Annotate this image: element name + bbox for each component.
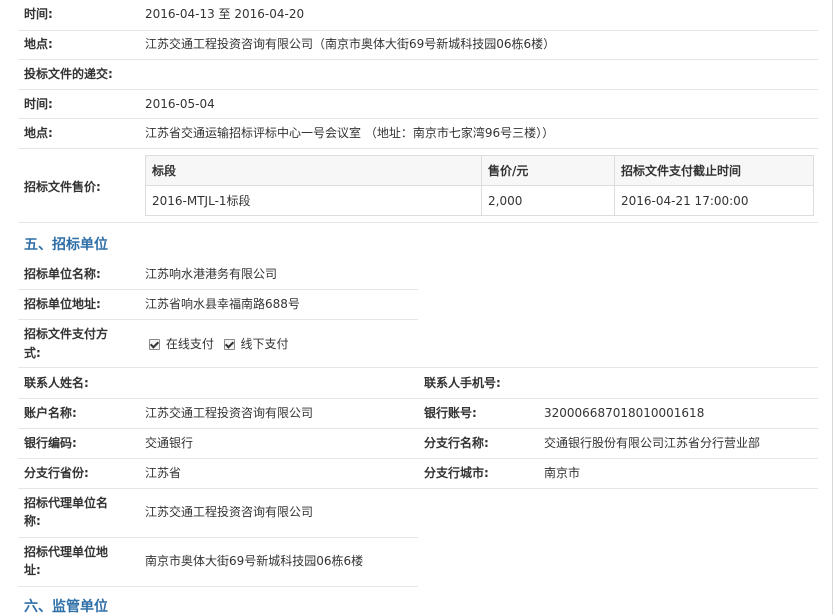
divider — [18, 148, 818, 149]
price-cell-deadline: 2016-04-21 17:00:00 — [614, 185, 814, 216]
divider — [18, 428, 818, 429]
online-payment-option[interactable]: 在线支付 — [149, 335, 214, 353]
bank-account-label: 银行账号: — [424, 406, 477, 420]
divider — [18, 367, 818, 368]
tenderer-address-label: 招标单位地址: — [24, 297, 101, 311]
price-cell-section: 2016-MTJL-1标段 — [145, 185, 482, 216]
agent-name-label-line1: 招标代理单位名 — [24, 496, 109, 510]
payment-method-options: 在线支付 线下支付 — [149, 335, 295, 353]
tenderer-name-value: 江苏响水港港务有限公司 — [145, 267, 278, 281]
section-title-supervisor: 六、监管单位 — [24, 599, 108, 615]
online-payment-checkbox[interactable] — [149, 339, 160, 350]
branch-city-label: 分支行城市: — [424, 466, 489, 480]
online-payment-label: 在线支付 — [165, 337, 214, 351]
section-title-tenderer: 五、招标单位 — [24, 237, 108, 253]
price-col-section: 标段 — [145, 155, 482, 186]
sale-time-value: 2016-04-13 至 2016-04-20 — [145, 7, 305, 21]
tenderer-address-value: 江苏省响水县幸福南路688号 — [145, 297, 300, 311]
submission-heading: 投标文件的递交: — [24, 67, 113, 81]
branch-province-label: 分支行省份: — [24, 466, 89, 480]
agent-name-label-line2: 称: — [24, 514, 41, 528]
offline-payment-option[interactable]: 线下支付 — [223, 335, 289, 353]
price-col-deadline: 招标文件支付截止时间 — [614, 155, 814, 186]
agent-name-value: 江苏交通工程投资咨询有限公司 — [145, 505, 314, 519]
agent-address-label-line1: 招标代理单位地 — [24, 545, 109, 559]
table-row: 2016-MTJL-1标段 2,000 2016-04-21 17:00:00 — [145, 185, 814, 216]
bank-account-value: 32000668701801000161​8 — [544, 406, 705, 420]
divider — [18, 458, 818, 459]
divider — [18, 537, 418, 538]
tenderer-name-label: 招标单位名称: — [24, 267, 101, 281]
price-table-header-row: 标段 售价/元 招标文件支付截止时间 — [145, 155, 814, 186]
contact-phone-label: 联系人手机号: — [424, 376, 501, 390]
price-cell-price: 2,000 — [481, 185, 615, 216]
account-name-label: 账户名称: — [24, 406, 77, 420]
offline-payment-label: 线下支付 — [240, 337, 289, 351]
payment-method-label-line2: 式: — [24, 346, 41, 360]
tender-info-panel: 时间: 2016-04-13 至 2016-04-20 地点: 江苏交通工程投资… — [0, 0, 833, 615]
divider — [18, 398, 818, 399]
divider — [18, 586, 418, 587]
branch-city-value: 南京市 — [544, 466, 581, 480]
divider — [18, 30, 818, 31]
submission-time-value: 2016-05-04 — [145, 97, 215, 111]
submission-place-label: 地点: — [24, 126, 53, 140]
price-label: 招标文件售价: — [24, 180, 101, 194]
bank-code-value: 交通银行 — [145, 436, 194, 450]
branch-name-value: 交通银行股份有限公司江苏省分行营业部 — [544, 436, 761, 450]
divider — [18, 222, 818, 223]
account-name-value: 江苏交通工程投资咨询有限公司 — [145, 406, 314, 420]
divider — [18, 289, 418, 290]
bank-code-label: 银行编码: — [24, 436, 77, 450]
divider — [18, 89, 818, 90]
submission-place-value: 江苏省交通运输招标评标中心一号会议室 （地址：南京市七家湾96号三楼）） — [145, 126, 555, 140]
payment-method-label-line1: 招标文件支付方 — [24, 327, 109, 341]
offline-payment-checkbox[interactable] — [223, 339, 235, 350]
divider — [18, 319, 418, 320]
agent-address-value: 南京市奥体大街69号新城科技园06栋6楼 — [145, 554, 364, 568]
price-table: 标段 售价/元 招标文件支付截止时间 2016-MTJL-1标段 2,000 2… — [145, 155, 814, 216]
submission-time-label: 时间: — [24, 97, 53, 111]
divider — [18, 59, 818, 60]
branch-name-label: 分支行名称: — [424, 436, 489, 450]
sale-place-label: 地点: — [24, 37, 53, 51]
sale-time-label: 时间: — [24, 7, 53, 21]
price-col-price: 售价/元 — [481, 155, 615, 186]
branch-province-value: 江苏省 — [145, 466, 182, 480]
divider — [18, 118, 818, 119]
contact-name-label: 联系人姓名: — [24, 376, 89, 390]
sale-place-value: 江苏交通工程投资咨询有限公司（南京市奥体大街69号新城科技园06栋6楼） — [145, 37, 556, 51]
agent-address-label-line2: 址: — [24, 563, 41, 577]
divider — [18, 488, 818, 489]
